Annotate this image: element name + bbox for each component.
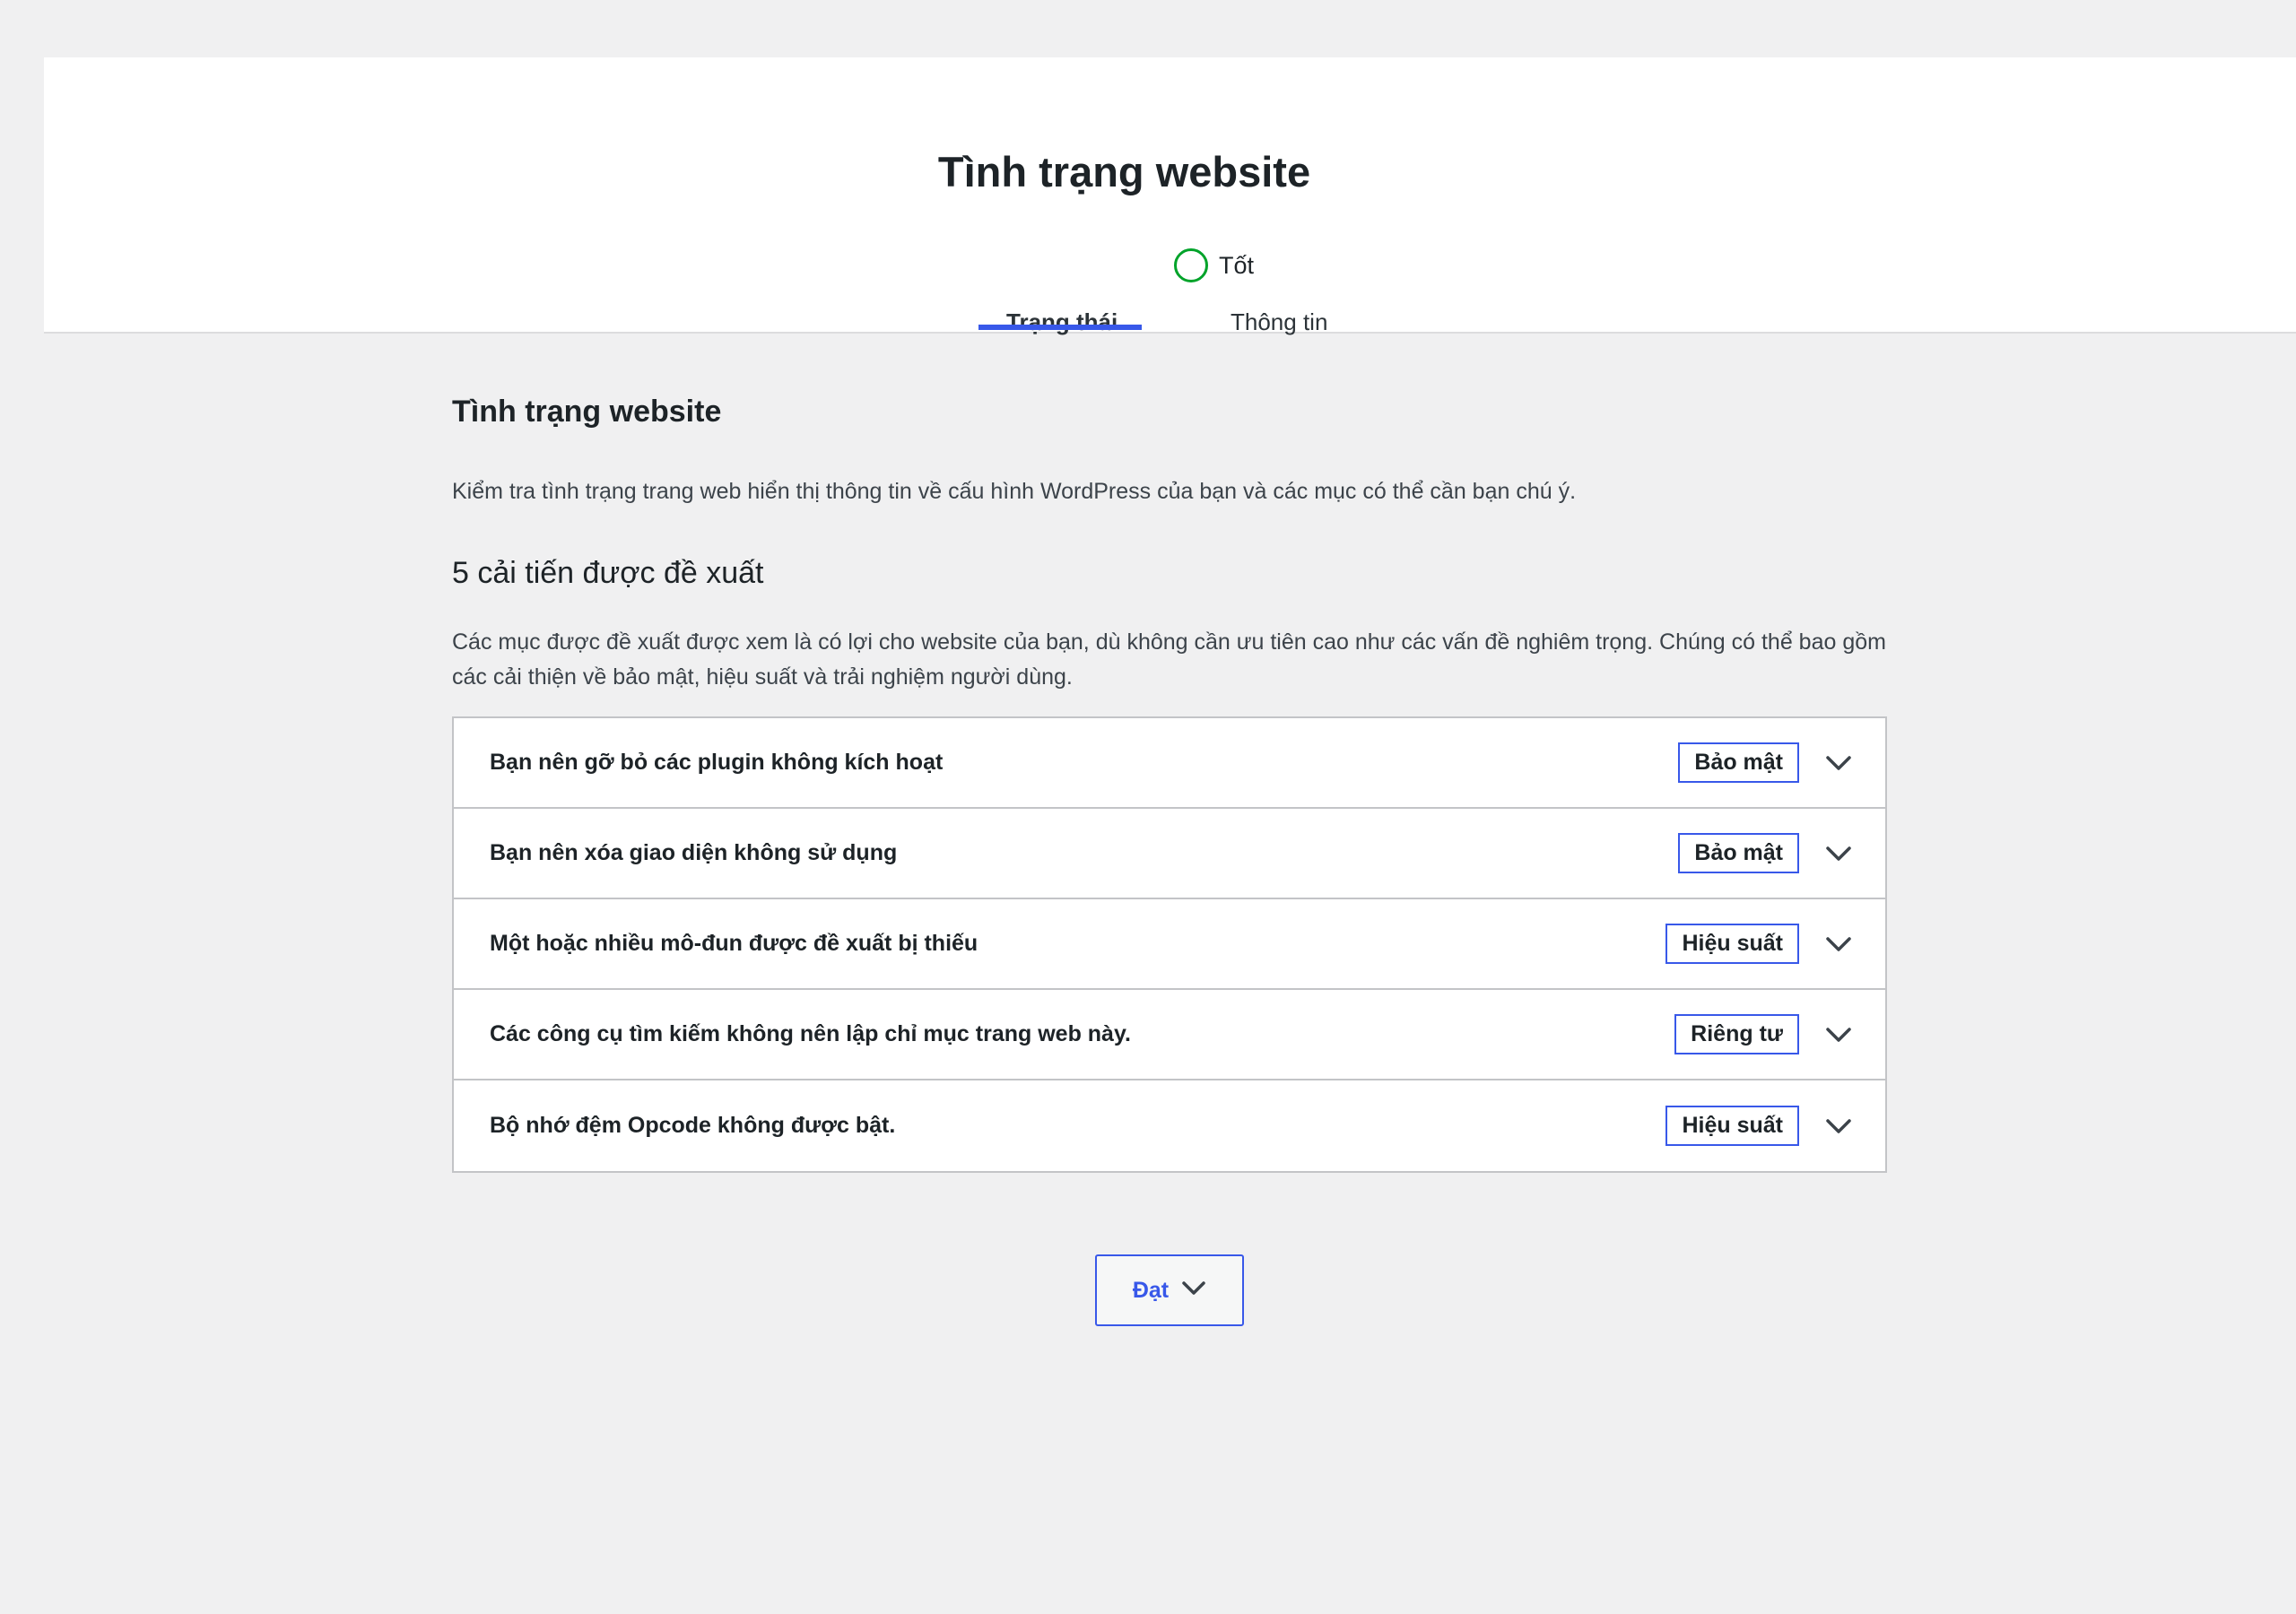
- issue-item[interactable]: Bộ nhớ đệm Opcode không được bật. Hiệu s…: [454, 1080, 1885, 1171]
- passed-tests-button[interactable]: Đạt: [1095, 1254, 1244, 1326]
- site-health-header: Tình trạng website Tốt Trạng thái Thông …: [44, 57, 2296, 336]
- issue-title: Một hoặc nhiều mô-đun được đề xuất bị th…: [490, 931, 978, 956]
- issue-title: Các công cụ tìm kiếm không nên lập chỉ m…: [490, 1021, 1131, 1046]
- section-description: Kiểm tra tình trạng trang web hiển thị t…: [452, 479, 1577, 504]
- recommended-description: Các mục được đề xuất được xem là có lợi …: [452, 629, 1886, 690]
- tab-info[interactable]: Thông tin: [1231, 308, 1327, 336]
- issue-item[interactable]: Một hoặc nhiều mô-đun được đề xuất bị th…: [454, 899, 1885, 990]
- passed-tests-label: Đạt: [1132, 1277, 1170, 1303]
- chevron-down-icon[interactable]: [1819, 743, 1858, 783]
- issue-badge: Hiệu suất: [1665, 1106, 1799, 1146]
- main-content: Tình trạng website Kiểm tra tình trạng t…: [452, 395, 1887, 1173]
- issue-item[interactable]: Bạn nên gỡ bỏ các plugin không kích hoạt…: [454, 718, 1885, 809]
- issue-title: Bạn nên gỡ bỏ các plugin không kích hoạt: [490, 750, 944, 775]
- issue-item[interactable]: Các công cụ tìm kiếm không nên lập chỉ m…: [454, 990, 1885, 1080]
- tab-status[interactable]: Trạng thái: [1006, 308, 1118, 336]
- issue-title: Bạn nên xóa giao diện không sử dụng: [490, 840, 898, 865]
- active-tab-indicator: [978, 325, 1142, 330]
- issue-badge: Hiệu suất: [1665, 924, 1799, 964]
- chevron-down-icon: [1181, 1280, 1206, 1301]
- recommended-title: 5 cải tiến được đề xuất: [452, 556, 764, 590]
- status-circle-icon: [1174, 248, 1208, 282]
- chevron-down-icon[interactable]: [1819, 1106, 1858, 1146]
- chevron-down-icon[interactable]: [1819, 834, 1858, 873]
- issue-badge: Riêng tư: [1674, 1014, 1799, 1054]
- issue-title: Bộ nhớ đệm Opcode không được bật.: [490, 1113, 896, 1138]
- status-label: Tốt: [1219, 251, 1255, 279]
- health-status: Tốt: [1174, 247, 1254, 283]
- section-title: Tình trạng website: [452, 395, 722, 429]
- tab-bar: Trạng thái Thông tin: [44, 308, 2296, 336]
- recommended-issues-list: Bạn nên gỡ bỏ các plugin không kích hoạt…: [452, 716, 1887, 1173]
- chevron-down-icon[interactable]: [1819, 924, 1858, 964]
- chevron-down-icon[interactable]: [1819, 1015, 1858, 1054]
- issue-badge: Bảo mật: [1678, 742, 1799, 783]
- issue-badge: Bảo mật: [1678, 833, 1799, 873]
- page-title: Tình trạng website: [937, 148, 1311, 195]
- issue-item[interactable]: Bạn nên xóa giao diện không sử dụng Bảo …: [454, 809, 1885, 899]
